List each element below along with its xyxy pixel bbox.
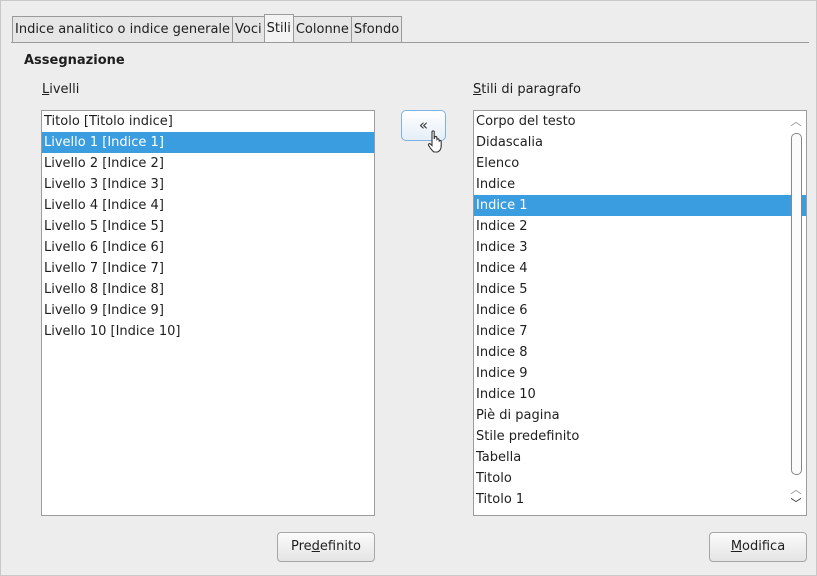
level-list-item[interactable]: Livello 5 [Indice 5] — [42, 216, 374, 237]
style-list-item[interactable]: Indice 8 — [474, 342, 806, 363]
style-list-item[interactable]: Indice 5 — [474, 279, 806, 300]
scroll-up-small-icon[interactable]: ︿ — [788, 483, 804, 497]
default-button[interactable]: Predefinito — [277, 532, 375, 562]
paragraph-styles-label: Stili di paragrafo — [473, 82, 581, 97]
style-list-item[interactable]: Indice 2 — [474, 216, 806, 237]
level-list-item[interactable]: Livello 1 [Indice 1] — [42, 132, 374, 153]
modify-button[interactable]: Modifica — [709, 532, 807, 562]
paragraph-styles-listbox[interactable]: Corpo del testo Didascalia Elenco Indice Ind… — [473, 110, 807, 516]
level-list-item[interactable]: Livello 6 [Indice 6] — [42, 237, 374, 258]
tab-index[interactable]: Indice analitico o indice generale — [12, 16, 234, 42]
style-list-item[interactable]: Indice 10 — [474, 384, 806, 405]
assignment-title: Assegnazione — [24, 53, 125, 68]
levels-label: Livelli — [42, 82, 80, 97]
style-list-item[interactable]: Piè di pagina — [474, 405, 806, 426]
level-list-item[interactable]: Livello 2 [Indice 2] — [42, 153, 374, 174]
style-list-item[interactable]: Indice 9 — [474, 363, 806, 384]
style-list-item[interactable]: Elenco — [474, 153, 806, 174]
style-list-item[interactable]: Indice 3 — [474, 237, 806, 258]
style-list-item[interactable]: Indice — [474, 174, 806, 195]
level-list-item[interactable]: Titolo [Titolo indice] — [42, 111, 374, 132]
tab-entries[interactable]: Voci — [232, 16, 265, 42]
level-list-item[interactable]: Livello 4 [Indice 4] — [42, 195, 374, 216]
tab-background[interactable]: Sfondo — [350, 16, 403, 42]
level-list-item[interactable]: Livello 7 [Indice 7] — [42, 258, 374, 279]
scroll-up-icon[interactable]: ︿ — [788, 115, 804, 129]
tab-bar: Indice analitico o indice generale Voci … — [12, 14, 403, 42]
level-list-item[interactable]: Livello 8 [Indice 8] — [42, 279, 374, 300]
level-list-item[interactable]: Livello 3 [Indice 3] — [42, 174, 374, 195]
level-list-item[interactable]: Livello 10 [Indice 10] — [42, 321, 374, 342]
level-list-item[interactable]: Livello 9 [Indice 9] — [42, 300, 374, 321]
style-list-item[interactable]: Stile predefinito — [474, 426, 806, 447]
style-list-item[interactable]: Titolo 1 — [474, 489, 806, 510]
style-list-item[interactable]: Tabella — [474, 447, 806, 468]
style-list-item[interactable]: Didascalia — [474, 132, 806, 153]
styles-scrollbar[interactable]: ︿ ︿ ﹀ — [788, 113, 804, 513]
style-list-item[interactable]: Titolo — [474, 468, 806, 489]
style-list-item[interactable]: Corpo del testo — [474, 111, 806, 132]
scroll-down-icon[interactable]: ﹀ — [788, 497, 804, 511]
mouse-pointer-icon — [427, 130, 442, 153]
tab-styles[interactable]: Stili — [263, 14, 294, 42]
levels-listbox[interactable]: Titolo [Titolo indice] Livello 1 [Indice … — [41, 110, 375, 516]
style-list-item[interactable]: Indice 4 — [474, 258, 806, 279]
style-list-item[interactable]: Indice 6 — [474, 300, 806, 321]
tab-columns[interactable]: Colonne — [292, 16, 352, 42]
scrollbar-thumb[interactable] — [791, 133, 802, 475]
style-list-item[interactable]: Indice 1 — [474, 195, 806, 216]
style-list-item[interactable]: Indice 7 — [474, 321, 806, 342]
